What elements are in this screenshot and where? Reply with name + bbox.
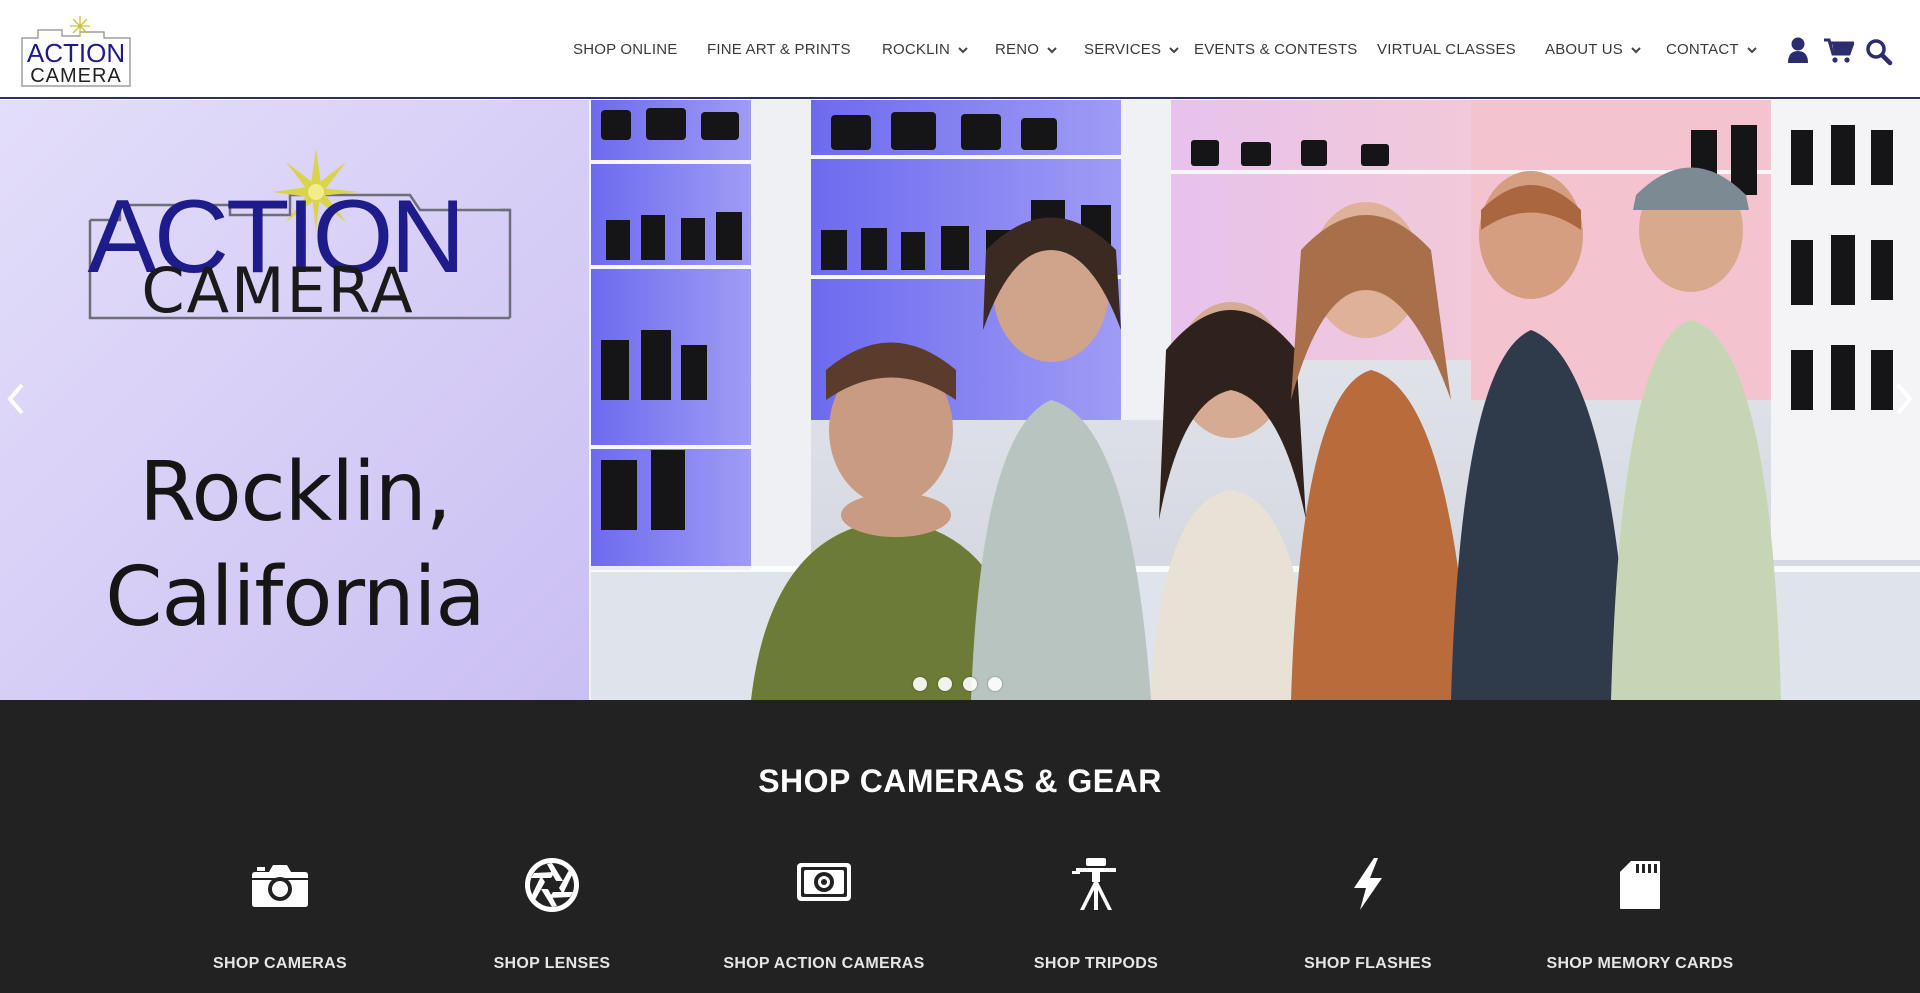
slider-dot-2[interactable] bbox=[938, 677, 952, 691]
camera-icon bbox=[252, 865, 308, 907]
chevron-down-icon bbox=[1047, 46, 1057, 53]
nav-about-us[interactable]: ABOUT US bbox=[1545, 41, 1642, 58]
site-header: ACTION CAMERA SHOP ONLINE FINE ART & PRI… bbox=[0, 0, 1920, 99]
tripod-category-link[interactable] bbox=[976, 858, 1216, 912]
hero-logo: ACTION CAMERA bbox=[88, 148, 512, 327]
chevron-down-icon bbox=[1169, 46, 1179, 53]
shop-memory-cards-link[interactable]: SHOP MEMORY CARDS bbox=[1510, 955, 1770, 973]
shop-section: SHOP CAMERAS & GEAR SHOP CAMERAS SHOP LE… bbox=[0, 700, 1920, 993]
slider-dot-3[interactable] bbox=[963, 677, 977, 691]
chevron-down-icon bbox=[1747, 46, 1757, 53]
action-camera-category-link[interactable] bbox=[704, 860, 944, 904]
nav-label: SERVICES bbox=[1084, 41, 1162, 58]
svg-text:ACTION: ACTION bbox=[27, 38, 125, 68]
search-icon[interactable] bbox=[1865, 38, 1893, 66]
nav-rocklin[interactable]: ROCKLIN bbox=[882, 41, 969, 58]
site-logo[interactable]: ACTION CAMERA bbox=[18, 12, 136, 88]
svg-text:CAMERA: CAMERA bbox=[141, 254, 414, 327]
camera-category-link[interactable] bbox=[160, 860, 400, 908]
flash-icon bbox=[1354, 858, 1382, 910]
hero-location-panel: ACTION CAMERA Rocklin, California bbox=[0, 100, 590, 700]
nav-reno[interactable]: RENO bbox=[995, 41, 1058, 58]
user-icon[interactable] bbox=[1787, 36, 1809, 64]
nav-label: EVENTS & CONTESTS bbox=[1194, 41, 1358, 58]
aperture-icon bbox=[525, 858, 579, 912]
hero-city-line1: Rocklin, bbox=[139, 445, 452, 540]
shop-cameras-link[interactable]: SHOP CAMERAS bbox=[150, 955, 410, 973]
action-camera-icon bbox=[797, 863, 851, 901]
hero-slider: ACTION CAMERA Rocklin, California bbox=[0, 100, 1920, 700]
nav-label: RENO bbox=[995, 41, 1040, 58]
chevron-down-icon bbox=[958, 46, 968, 53]
slider-dot-1[interactable] bbox=[913, 677, 927, 691]
shop-tripods-link[interactable]: SHOP TRIPODS bbox=[966, 955, 1226, 973]
nav-label: FINE ART & PRINTS bbox=[707, 41, 851, 58]
memory-card-icon bbox=[1620, 861, 1660, 909]
chevron-down-icon bbox=[1631, 46, 1641, 53]
svg-text:CAMERA: CAMERA bbox=[30, 65, 122, 87]
nav-label: VIRTUAL CLASSES bbox=[1377, 41, 1516, 58]
nav-label: ABOUT US bbox=[1545, 41, 1624, 58]
nav-label: SHOP ONLINE bbox=[573, 41, 678, 58]
staff-photo-image bbox=[591, 100, 1920, 700]
tripod-icon bbox=[1072, 858, 1116, 910]
shop-flashes-link[interactable]: SHOP FLASHES bbox=[1238, 955, 1498, 973]
hero-city-line2: California bbox=[105, 550, 485, 645]
nav-shop-online[interactable]: SHOP ONLINE bbox=[573, 41, 677, 58]
nav-contact[interactable]: CONTACT bbox=[1666, 41, 1758, 58]
slider-dots bbox=[913, 677, 1002, 691]
nav-label: ROCKLIN bbox=[882, 41, 951, 58]
memory-card-category-link[interactable] bbox=[1520, 860, 1760, 910]
cart-icon[interactable] bbox=[1824, 38, 1854, 64]
nav-events-contests[interactable]: EVENTS & CONTESTS bbox=[1194, 41, 1357, 58]
hero-team-photo bbox=[591, 100, 1920, 700]
lens-category-link[interactable] bbox=[432, 858, 672, 914]
flash-category-link[interactable] bbox=[1248, 858, 1488, 910]
nav-virtual-classes[interactable]: VIRTUAL CLASSES bbox=[1377, 41, 1516, 58]
shop-action-cameras-link[interactable]: SHOP ACTION CAMERAS bbox=[694, 955, 954, 973]
slider-next-arrow-icon[interactable] bbox=[1894, 382, 1914, 416]
nav-label: CONTACT bbox=[1666, 41, 1739, 58]
slider-dot-4[interactable] bbox=[988, 677, 1002, 691]
shop-title: SHOP CAMERAS & GEAR bbox=[758, 763, 1162, 799]
nav-fine-art-prints[interactable]: FINE ART & PRINTS bbox=[707, 41, 851, 58]
shop-lenses-link[interactable]: SHOP LENSES bbox=[422, 955, 682, 973]
slider-prev-arrow-icon[interactable] bbox=[6, 382, 26, 416]
nav-services[interactable]: SERVICES bbox=[1084, 41, 1180, 58]
